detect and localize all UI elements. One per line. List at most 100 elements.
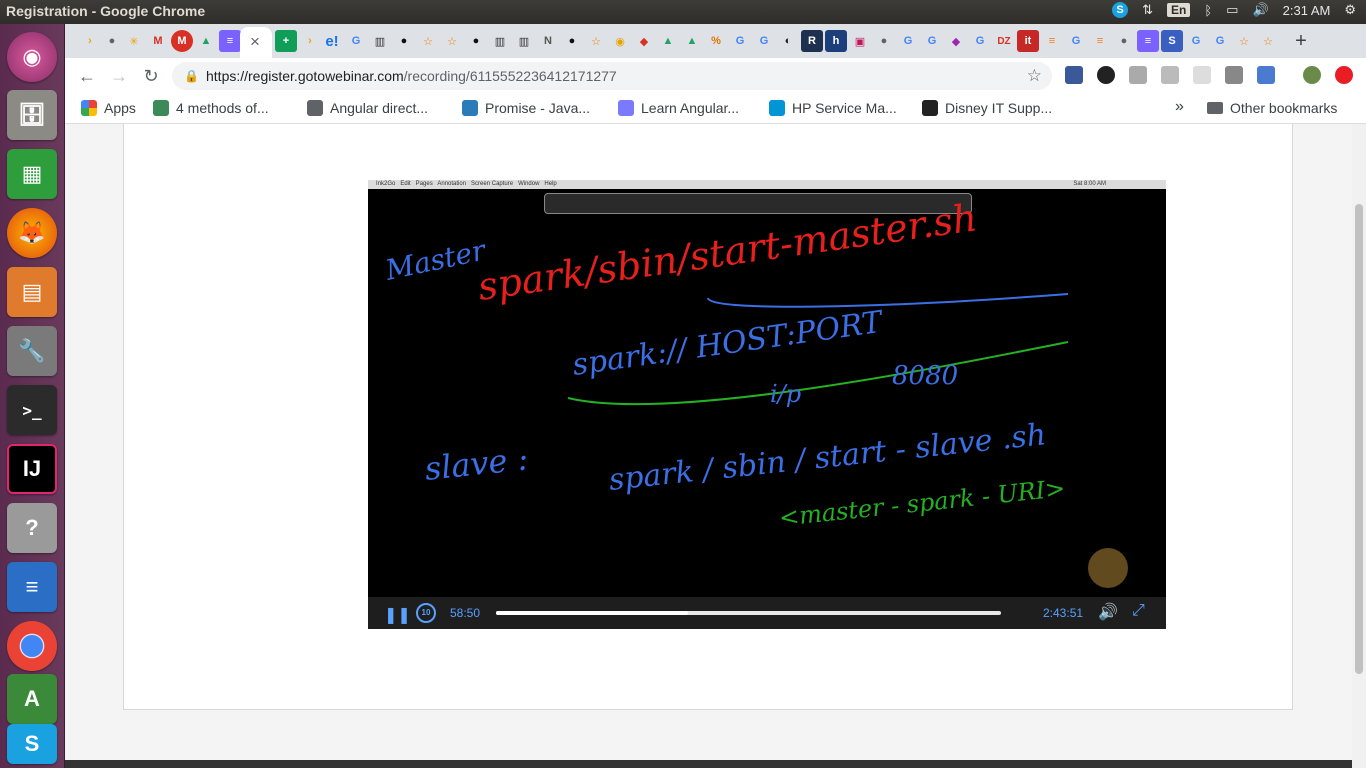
extension-screen-icon[interactable] xyxy=(1257,66,1275,84)
tab-favicon-so[interactable]: ≡ xyxy=(1041,30,1063,52)
extension-puzzle-icon[interactable] xyxy=(1161,66,1179,84)
chrome-icon[interactable] xyxy=(7,621,57,671)
tab-close-icon[interactable]: × xyxy=(250,32,260,52)
update-icon[interactable] xyxy=(1335,66,1353,84)
bookmark-item[interactable]: Promise - Java... xyxy=(462,100,590,116)
tab-favicon-so-2[interactable]: ≡ xyxy=(1089,30,1111,52)
firefox-icon[interactable]: 🦊 xyxy=(7,208,57,258)
tab-favicon-google-9[interactable]: G xyxy=(1209,30,1231,52)
terminal-icon[interactable]: >_ xyxy=(7,385,57,435)
tab-favicon-star-4[interactable]: ☆ xyxy=(1233,30,1255,52)
bookmark-star-icon[interactable]: ☆ xyxy=(1027,62,1042,90)
extension-grid-icon[interactable] xyxy=(1193,66,1211,84)
reload-icon[interactable]: ↻ xyxy=(139,64,163,88)
tab-favicon-alien[interactable]: ◐ xyxy=(777,30,799,52)
tab-favicon-walmart[interactable]: ✳ xyxy=(123,30,145,52)
tab-favicon-plunker-2[interactable]: › xyxy=(299,30,321,52)
tab-favicon-google[interactable]: G xyxy=(345,30,367,52)
other-bookmarks[interactable]: Other bookmarks xyxy=(1207,100,1337,116)
settings-gear-icon[interactable]: ⚙ xyxy=(1344,2,1356,18)
network-icon[interactable]: ⇅ xyxy=(1142,2,1153,18)
extension-hex-icon[interactable] xyxy=(1129,66,1147,84)
writer-icon[interactable]: ≡ xyxy=(7,562,57,612)
spreadsheet-icon[interactable]: ▦ xyxy=(7,149,57,199)
bookmark-item[interactable]: Learn Angular... xyxy=(618,100,739,116)
tab-favicon-globe-3[interactable]: ● xyxy=(1113,30,1135,52)
updater-icon[interactable]: A xyxy=(7,674,57,724)
rewind-10-icon[interactable]: 10 xyxy=(416,603,436,623)
tab-favicon-sheets-plus[interactable]: + xyxy=(275,30,297,52)
bookmark-item[interactable]: Disney IT Supp... xyxy=(922,100,1052,116)
tab-favicon-drive-3[interactable]: ▲ xyxy=(681,30,703,52)
ubuntu-dash-icon[interactable]: ◉ xyxy=(7,32,57,82)
tab-favicon-globe-2[interactable]: ● xyxy=(873,30,895,52)
tab-favicon-drive[interactable]: ▲ xyxy=(195,30,217,52)
active-tab[interactable]: × xyxy=(240,27,272,58)
tab-favicon-n[interactable]: N xyxy=(537,30,559,52)
battery-icon[interactable]: ▭ xyxy=(1226,2,1238,18)
tab-favicon-google-3[interactable]: G xyxy=(753,30,775,52)
tab-favicon-m[interactable]: M xyxy=(171,30,193,52)
new-tab-button[interactable]: + xyxy=(1290,30,1312,52)
impress-icon[interactable]: ▤ xyxy=(7,267,57,317)
profile-avatar[interactable] xyxy=(1303,66,1321,84)
tab-favicon-flag[interactable]: ▣ xyxy=(849,30,871,52)
extension-paw-icon[interactable] xyxy=(1097,66,1115,84)
bookmark-item[interactable]: HP Service Ma... xyxy=(769,100,897,116)
tab-favicon-book-2[interactable]: ▥ xyxy=(489,30,511,52)
extension-camera-icon[interactable] xyxy=(1225,66,1243,84)
tab-favicon-google-2[interactable]: G xyxy=(729,30,751,52)
tab-favicon-r[interactable]: R xyxy=(801,30,823,52)
keyboard-language[interactable]: En xyxy=(1167,3,1191,17)
tab-favicon-star[interactable]: ☆ xyxy=(417,30,439,52)
volume-icon[interactable]: 🔊 xyxy=(1252,2,1268,18)
tab-favicon-google-5[interactable]: G xyxy=(921,30,943,52)
tab-favicon-book[interactable]: ▥ xyxy=(369,30,391,52)
extension-qr-icon[interactable] xyxy=(1065,66,1083,84)
bookmark-item[interactable]: Angular direct... xyxy=(307,100,428,116)
tab-favicon-github-2[interactable]: ● xyxy=(465,30,487,52)
volume-icon[interactable]: 🔊 xyxy=(1098,602,1118,622)
tab-favicon-it[interactable]: it xyxy=(1017,30,1039,52)
tab-favicon-h[interactable]: h xyxy=(825,30,847,52)
page-scrollbar[interactable] xyxy=(1352,124,1366,768)
tab-favicon-globe[interactable]: ● xyxy=(101,30,123,52)
tab-favicon-sun[interactable]: ◉ xyxy=(609,30,631,52)
bookmark-item[interactable]: 4 methods of... xyxy=(153,100,269,116)
files-icon[interactable]: 🗄 xyxy=(7,90,57,140)
bookmarks-overflow-chevron[interactable]: » xyxy=(1175,98,1184,116)
tab-favicon-star-3[interactable]: ☆ xyxy=(585,30,607,52)
tab-favicon-s[interactable]: S xyxy=(1161,30,1183,52)
tab-favicon-docs[interactable]: ≡ xyxy=(219,30,241,52)
tab-favicon-gmail[interactable]: M xyxy=(147,30,169,52)
back-arrow-icon[interactable]: ← xyxy=(75,64,99,88)
clock[interactable]: 2:31 AM xyxy=(1283,3,1331,18)
forward-arrow-icon[interactable]: → xyxy=(107,64,131,88)
bookmark-item[interactable]: Apps xyxy=(81,100,136,116)
tab-favicon-percent[interactable]: % xyxy=(705,30,727,52)
fullscreen-icon[interactable]: ⤢ xyxy=(1132,602,1145,620)
tab-favicon-google-6[interactable]: G xyxy=(969,30,991,52)
help-icon[interactable]: ? xyxy=(7,503,57,553)
tab-favicon-google-7[interactable]: G xyxy=(1065,30,1087,52)
system-settings-icon[interactable]: 🔧 xyxy=(7,326,57,376)
tab-favicon-plunker[interactable]: › xyxy=(79,30,101,52)
tab-favicon-dz[interactable]: DZ xyxy=(993,30,1015,52)
tab-favicon-docs-2[interactable]: ≡ xyxy=(1137,30,1159,52)
video-player[interactable]: Ink2Go Edit Pages Annotation Screen Capt… xyxy=(368,180,1166,629)
intellij-icon[interactable]: IJ xyxy=(7,444,57,494)
tab-favicon-github-3[interactable]: ● xyxy=(561,30,583,52)
tab-favicon-google-8[interactable]: G xyxy=(1185,30,1207,52)
address-bar[interactable]: 🔒 https://register.gotowebinar.com/recor… xyxy=(172,62,1052,90)
tab-favicon-e[interactable]: e! xyxy=(321,30,343,52)
bluetooth-icon[interactable]: ᛒ xyxy=(1204,3,1212,18)
tab-favicon-star-2[interactable]: ☆ xyxy=(441,30,463,52)
tab-favicon-star-5[interactable]: ☆ xyxy=(1257,30,1279,52)
tab-favicon-drive-2[interactable]: ▲ xyxy=(657,30,679,52)
progress-track[interactable] xyxy=(496,611,1001,615)
tab-favicon-stack[interactable]: ◆ xyxy=(633,30,655,52)
pause-icon[interactable]: ❚❚ xyxy=(384,605,411,625)
tab-favicon-book-3[interactable]: ▥ xyxy=(513,30,535,52)
scrollbar-thumb[interactable] xyxy=(1355,204,1363,674)
lock-icon[interactable]: 🔒 xyxy=(184,62,199,90)
